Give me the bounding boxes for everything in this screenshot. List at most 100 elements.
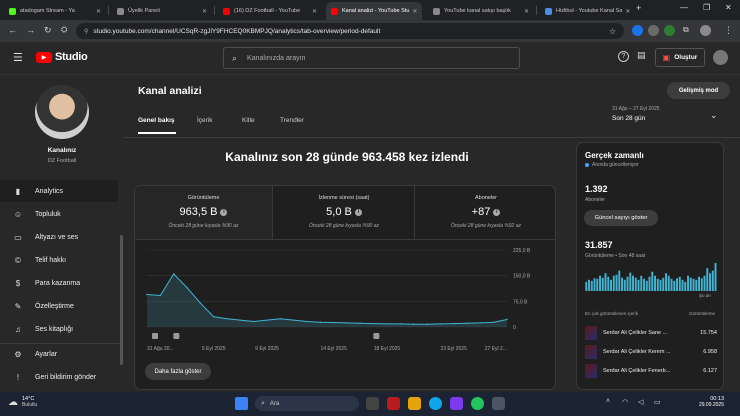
data-point[interactable] <box>452 322 455 325</box>
realtime-bar[interactable] <box>596 278 599 291</box>
data-point[interactable] <box>399 323 402 325</box>
realtime-bar[interactable] <box>640 275 643 291</box>
app-icon[interactable] <box>387 397 400 410</box>
sidebar-scrollbar[interactable] <box>120 235 123 365</box>
realtime-bar[interactable] <box>706 268 709 291</box>
realtime-bar[interactable] <box>588 279 590 291</box>
realtime-bar[interactable] <box>709 273 711 291</box>
data-point[interactable] <box>226 318 228 320</box>
create-button[interactable]: ▣ Oluştur <box>655 48 705 67</box>
tab-audience[interactable]: Kitle <box>242 117 255 124</box>
data-point[interactable] <box>439 323 442 325</box>
chrome-icon[interactable] <box>471 397 484 410</box>
close-icon[interactable]: ✕ <box>409 8 417 15</box>
app-icon[interactable] <box>492 397 505 410</box>
maximize-icon[interactable]: ❐ <box>703 3 710 12</box>
realtime-bar[interactable] <box>643 278 645 291</box>
tab-content[interactable]: İçerik <box>197 117 213 124</box>
realtime-bar[interactable] <box>610 279 612 291</box>
realtime-bar[interactable] <box>601 277 604 291</box>
bookmark-icon[interactable]: ☆ <box>609 27 616 36</box>
site-info-icon[interactable]: ⚲ <box>84 28 88 35</box>
info-icon[interactable]: i <box>354 208 362 216</box>
volume-icon[interactable]: ◁ <box>638 398 643 406</box>
browser-tab[interactable]: (16) DZ Football - YouTube ✕ <box>218 2 322 20</box>
data-point[interactable] <box>319 321 322 323</box>
chevron-down-icon[interactable]: ⌄ <box>710 110 718 121</box>
close-window-icon[interactable]: ✕ <box>725 3 732 12</box>
realtime-bar[interactable] <box>656 278 659 291</box>
data-point[interactable] <box>292 319 295 321</box>
help-icon[interactable]: ? <box>618 51 629 62</box>
data-point[interactable] <box>332 321 335 324</box>
realtime-bar[interactable] <box>667 275 670 291</box>
battery-icon[interactable]: ▭ <box>654 398 661 406</box>
data-point[interactable] <box>506 318 508 321</box>
realtime-bar[interactable] <box>604 273 607 291</box>
sidebar-item-copyright[interactable]: © Telif hakkı <box>0 249 118 271</box>
refresh-count-button[interactable]: Güncel sayıyı göster <box>584 210 658 226</box>
realtime-bar[interactable] <box>711 270 714 291</box>
data-point[interactable] <box>426 323 428 325</box>
reload-icon[interactable]: ↻ <box>44 25 52 36</box>
menu-kebab-icon[interactable]: ⋮ <box>724 25 733 36</box>
sites-icon[interactable]: ⛭ <box>61 25 67 35</box>
realtime-bar[interactable] <box>621 277 623 291</box>
realtime-bar[interactable] <box>659 279 662 291</box>
address-bar[interactable]: ⚲ studio.youtube.com/channel/UCSqR-zgJlY… <box>76 23 624 39</box>
tab-overview[interactable]: Genel bakış <box>138 117 175 124</box>
file-explorer-icon[interactable] <box>408 397 421 410</box>
browser-tab[interactable]: Hizlibul - Youtube Kanal Sa ✕ <box>540 2 632 20</box>
data-point[interactable] <box>492 321 495 323</box>
studio-logo[interactable]: ▶ Studio <box>36 51 88 63</box>
data-point[interactable] <box>372 322 375 325</box>
realtime-bar[interactable] <box>637 279 640 291</box>
realtime-bar[interactable] <box>654 275 656 291</box>
edge-icon[interactable] <box>429 397 442 410</box>
realtime-bar[interactable] <box>665 273 667 291</box>
realtime-bar[interactable] <box>681 279 684 291</box>
realtime-bar[interactable] <box>623 279 626 291</box>
video-marker-icon[interactable] <box>152 333 158 339</box>
data-point[interactable] <box>279 318 282 320</box>
sidebar-item-subtitles[interactable]: ▭ Altyazı ve ses <box>0 226 118 248</box>
period-selector[interactable]: Son 28 gün <box>612 115 645 122</box>
close-icon[interactable]: ✕ <box>309 8 317 15</box>
wifi-icon[interactable]: ◠ <box>622 398 628 406</box>
minimize-icon[interactable]: — <box>680 3 688 12</box>
extension-icon[interactable] <box>664 25 675 36</box>
close-icon[interactable]: ✕ <box>199 8 207 15</box>
task-view-icon[interactable] <box>366 397 379 410</box>
data-point[interactable] <box>306 320 308 323</box>
realtime-bar[interactable] <box>599 275 601 291</box>
stat-views[interactable]: Görüntüleme 963,5 Bi Önceki 28 güne kıya… <box>135 186 273 239</box>
realtime-bar[interactable] <box>629 272 632 291</box>
realtime-bar[interactable] <box>662 277 665 291</box>
realtime-bar[interactable] <box>612 275 615 291</box>
realtime-bar[interactable] <box>676 278 678 291</box>
list-item[interactable]: Serdar Ali Çelikler Sane ... 15.754 <box>585 325 717 341</box>
realtime-bars-chart[interactable] <box>585 263 717 291</box>
clock[interactable]: 00:13 29.09.2025 <box>680 396 724 408</box>
channel-avatar[interactable] <box>35 85 89 139</box>
sidebar-item-community[interactable]: ☺ Topluluk <box>0 203 118 225</box>
realtime-bar[interactable] <box>607 276 610 291</box>
data-point[interactable] <box>239 319 242 321</box>
search-input[interactable]: ⌕ Kanalınızda arayın <box>223 47 520 69</box>
advanced-mode-button[interactable]: Gelişmiş mod <box>667 82 730 99</box>
windows-start-icon[interactable] <box>235 397 248 410</box>
data-point[interactable] <box>266 319 268 321</box>
stat-watch-time[interactable]: İzlenme süresi (saat) 5,0 Bi Önceki 28 g… <box>274 186 415 239</box>
profile-avatar-icon[interactable] <box>700 25 711 36</box>
extensions-puzzle-icon[interactable]: ⧉ <box>683 25 689 35</box>
realtime-bar[interactable] <box>590 280 593 291</box>
messages-icon[interactable]: ▤ <box>637 50 646 61</box>
realtime-bar[interactable] <box>618 270 621 291</box>
video-marker-icon[interactable] <box>173 333 180 339</box>
sidebar-item-audio-library[interactable]: ♫ Ses kitaplığı <box>0 318 118 340</box>
realtime-bar[interactable] <box>615 274 618 291</box>
realtime-bar[interactable] <box>684 281 687 291</box>
realtime-bar[interactable] <box>648 276 651 291</box>
date-range[interactable]: 31 Ağu – 27 Eyl 2025 <box>612 106 660 112</box>
forward-icon[interactable]: → <box>26 25 35 35</box>
